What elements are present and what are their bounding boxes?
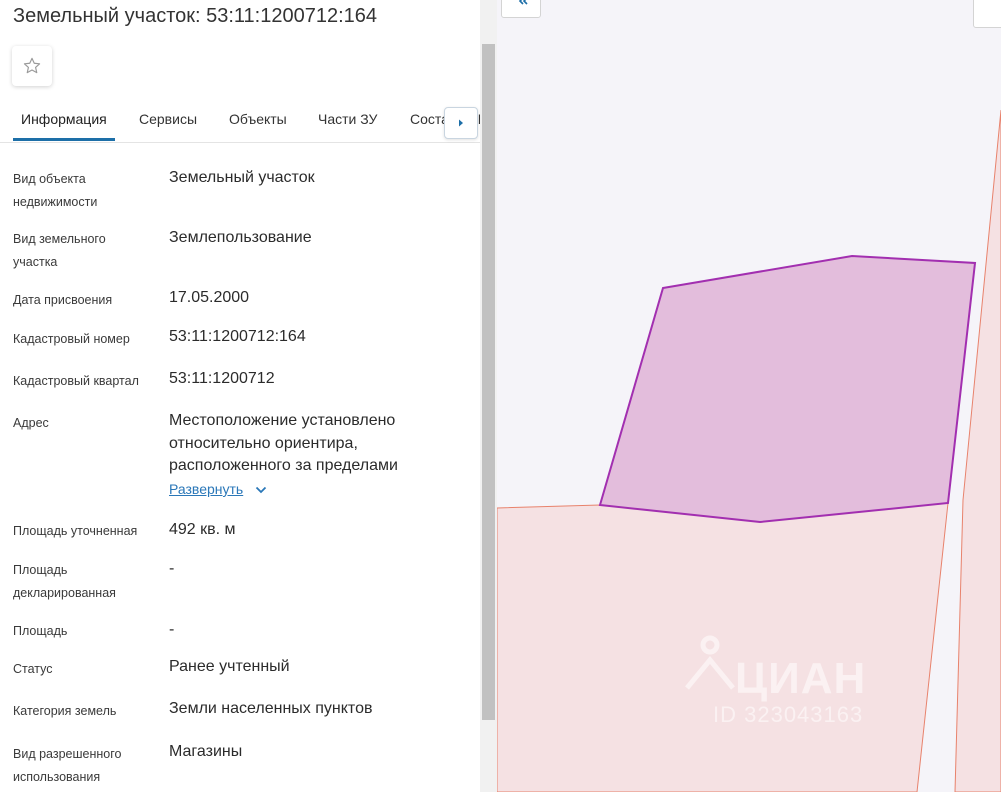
selected-parcel[interactable] bbox=[598, 254, 977, 524]
status-label: Статус bbox=[13, 662, 53, 676]
expand-address-link[interactable]: Развернуть bbox=[169, 481, 243, 497]
cadastral-quarter-label: Кадастровый квартал bbox=[13, 374, 139, 388]
kind-label: Вид объекта недвижимости bbox=[13, 172, 98, 209]
area-value: - bbox=[169, 621, 175, 638]
tab-parts[interactable]: Части ЗУ bbox=[318, 111, 377, 127]
date-value: 17.05.2000 bbox=[169, 289, 250, 306]
collapse-panel-button[interactable] bbox=[501, 0, 541, 18]
neighbor-parcel-right[interactable] bbox=[954, 109, 1001, 792]
tab-services[interactable]: Сервисы bbox=[139, 111, 197, 127]
watermark-id: ID 323043163 bbox=[713, 702, 864, 727]
land-category-label: Категория земель bbox=[13, 704, 117, 718]
watermark-brand: ЦИАН bbox=[735, 654, 867, 703]
cadastral-number-label: Кадастровый номер bbox=[13, 332, 130, 346]
favorite-button[interactable] bbox=[12, 46, 52, 86]
area-precise-value: 492 кв. м bbox=[169, 521, 236, 538]
page-title: Земельный участок: 53:11:1200712:164 bbox=[13, 5, 378, 27]
permitted-use-value: Магазины bbox=[169, 743, 243, 760]
status-value: Ранее учтенный bbox=[169, 658, 290, 675]
area-declared-label: Площадь декларированная bbox=[13, 563, 116, 600]
tabs-scroll-right-button[interactable] bbox=[444, 107, 478, 139]
date-label: Дата присвоения bbox=[13, 293, 113, 307]
chevron-down-icon[interactable] bbox=[255, 486, 267, 494]
caret-right-icon bbox=[459, 119, 463, 127]
tab-objects[interactable]: Объекты bbox=[229, 111, 287, 127]
land-type-value: Землепользование bbox=[169, 229, 312, 246]
land-category-value: Земли населенных пунктов bbox=[169, 700, 373, 717]
address-label: Адрес bbox=[13, 416, 49, 430]
tab-information[interactable]: Информация bbox=[21, 111, 107, 127]
area-declared-value: - bbox=[169, 560, 175, 577]
scrollbar-thumb[interactable] bbox=[482, 44, 495, 720]
address-value: Местоположение установлено относительно … bbox=[169, 412, 398, 474]
area-label: Площадь bbox=[13, 624, 68, 638]
active-tab-indicator bbox=[13, 138, 115, 141]
double-chevron-left-icon bbox=[518, 0, 528, 5]
cadastral-quarter-value: 53:11:1200712 bbox=[169, 370, 275, 387]
neighbor-parcel-left[interactable] bbox=[497, 502, 949, 792]
kind-value: Земельный участок bbox=[169, 169, 315, 186]
cadastral-number-value: 53:11:1200712:164 bbox=[169, 328, 306, 345]
star-outline-icon bbox=[23, 57, 41, 74]
permitted-use-label: Вид разрешенного использования bbox=[13, 747, 122, 784]
area-precise-label: Площадь уточненная bbox=[13, 524, 138, 538]
land-type-label: Вид земельного участка bbox=[13, 232, 106, 269]
info-panel: Земельный участок: 53:11:1200712:164 Инф… bbox=[0, 0, 497, 792]
map-control-button[interactable] bbox=[973, 0, 1001, 28]
tab-bar: Информация Сервисы Объекты Части ЗУ Сост… bbox=[0, 100, 480, 143]
cadastral-map[interactable]: ЦИАН ID 323043163 bbox=[497, 0, 1001, 792]
